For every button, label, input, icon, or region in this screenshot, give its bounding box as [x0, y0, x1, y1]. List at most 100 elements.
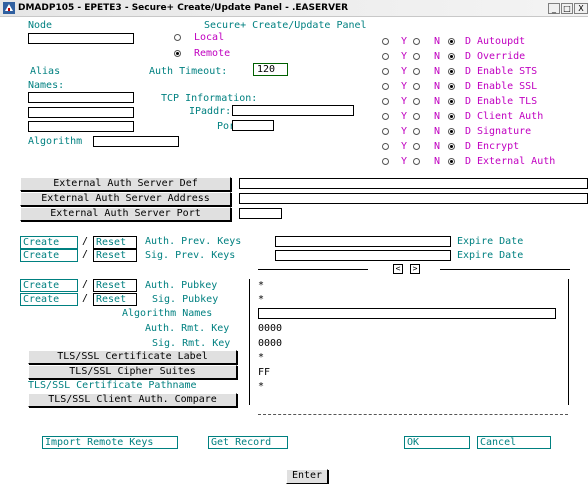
option-radio-d[interactable] — [448, 68, 455, 75]
option-d-label: D — [465, 156, 472, 167]
node-label: Node — [28, 20, 53, 31]
create-auth-prev-keys-button[interactable]: Create — [20, 236, 78, 249]
minimize-button[interactable]: _ — [548, 3, 560, 14]
option-radio-d[interactable] — [448, 158, 455, 165]
option-radio-y[interactable] — [382, 143, 389, 150]
option-radio-n-alt[interactable] — [413, 68, 420, 75]
scroll-left-button[interactable]: < — [393, 264, 403, 274]
scroll-right-button[interactable]: > — [410, 264, 420, 274]
import-remote-keys-button[interactable]: Import Remote Keys — [42, 436, 178, 449]
option-y-label: Y — [401, 51, 408, 62]
option-radio-n-alt[interactable] — [413, 38, 420, 45]
option-y-label: Y — [401, 126, 408, 137]
create-sig-pubkey-button[interactable]: Create — [20, 293, 78, 306]
tls-cipher-suites-button[interactable]: TLS/SSL Cipher Suites — [28, 365, 237, 379]
option-radio-y[interactable] — [382, 98, 389, 105]
auth-expire-date-label: Expire Date — [457, 236, 524, 247]
option-n-label: N — [434, 51, 441, 62]
option-radio-d[interactable] — [448, 113, 455, 120]
option-label: External Auth — [477, 156, 556, 167]
reset-auth-prev-keys-button[interactable]: Reset — [93, 236, 137, 249]
option-radio-n-alt[interactable] — [413, 158, 420, 165]
maximize-button[interactable]: □ — [561, 3, 573, 14]
option-radio-d[interactable] — [448, 98, 455, 105]
algorithm-names-input[interactable] — [258, 308, 556, 319]
option-radio-y[interactable] — [382, 38, 389, 45]
option-y-label: Y — [401, 96, 408, 107]
create-auth-pubkey-button[interactable]: Create — [20, 279, 78, 292]
remote-radio[interactable] — [174, 50, 181, 57]
external-auth-server-address-button[interactable]: External Auth Server Address — [20, 192, 231, 206]
separator-slash: / — [82, 293, 89, 304]
option-radio-y[interactable] — [382, 113, 389, 120]
separator-slash: / — [82, 249, 89, 260]
node-input[interactable] — [28, 33, 134, 44]
app-icon — [3, 2, 15, 14]
external-auth-server-address-input[interactable] — [239, 193, 588, 204]
tls-certificate-label-value: * — [258, 352, 265, 363]
tcp-info-label: TCP Information: — [161, 93, 258, 104]
auth-rmt-key-label: Auth. Rmt. Key — [145, 323, 230, 334]
option-radio-d[interactable] — [448, 38, 455, 45]
separator-slash: / — [82, 236, 89, 247]
option-n-label: N — [434, 111, 441, 122]
option-label: Client Auth — [477, 111, 544, 122]
option-radio-y[interactable] — [382, 158, 389, 165]
auth-pubkey-value: * — [258, 280, 265, 291]
external-auth-server-def-input[interactable] — [239, 178, 588, 189]
option-radio-y[interactable] — [382, 53, 389, 60]
ipaddr-label: IPaddr: — [189, 106, 232, 117]
names-label: Names: — [28, 80, 65, 91]
enter-button[interactable]: Enter — [286, 469, 328, 484]
option-d-label: D — [465, 126, 472, 137]
option-radio-n-alt[interactable] — [413, 83, 420, 90]
scroll-divider-left — [258, 269, 368, 270]
get-record-button[interactable]: Get Record — [208, 436, 288, 449]
ok-button[interactable]: OK — [404, 436, 470, 449]
reset-sig-pubkey-button[interactable]: Reset — [93, 293, 137, 306]
details-frame-bottom — [258, 414, 568, 415]
names-input-1[interactable] — [28, 92, 134, 103]
option-y-label: Y — [401, 156, 408, 167]
tls-certificate-pathname-value: * — [258, 381, 265, 392]
option-radio-n-alt[interactable] — [413, 113, 420, 120]
option-radio-d[interactable] — [448, 143, 455, 150]
names-input-2[interactable] — [28, 107, 134, 118]
external-auth-server-port-button[interactable]: External Auth Server Port — [20, 207, 231, 221]
sig-prev-keys-input[interactable] — [275, 250, 451, 261]
algorithm-input[interactable] — [93, 136, 179, 147]
option-radio-y[interactable] — [382, 128, 389, 135]
option-radio-d[interactable] — [448, 83, 455, 90]
auth-prev-keys-input[interactable] — [275, 236, 451, 247]
external-auth-server-def-button[interactable]: External Auth Server Def — [20, 177, 231, 191]
auth-timeout-input[interactable]: 120 — [253, 63, 288, 76]
sig-pubkey-value: * — [258, 294, 265, 305]
reset-sig-prev-keys-button[interactable]: Reset — [93, 249, 137, 262]
option-radio-d[interactable] — [448, 128, 455, 135]
option-radio-y[interactable] — [382, 83, 389, 90]
option-y-label: Y — [401, 66, 408, 77]
auth-prev-keys-label: Auth. Prev. Keys — [145, 236, 242, 247]
option-label: Override — [477, 51, 526, 62]
option-radio-n-alt[interactable] — [413, 143, 420, 150]
option-radio-n-alt[interactable] — [413, 98, 420, 105]
port-input[interactable] — [232, 120, 274, 131]
auth-rmt-key-value: 0000 — [258, 323, 283, 334]
names-input-3[interactable] — [28, 121, 134, 132]
ipaddr-input[interactable] — [232, 105, 354, 116]
option-radio-n-alt[interactable] — [413, 53, 420, 60]
tls-certificate-label-button[interactable]: TLS/SSL Certificate Label — [28, 350, 237, 364]
option-n-label: N — [434, 81, 441, 92]
auth-pubkey-label: Auth. Pubkey — [145, 280, 218, 291]
cancel-button[interactable]: Cancel — [477, 436, 551, 449]
option-n-label: N — [434, 126, 441, 137]
close-button[interactable]: X — [574, 3, 588, 14]
option-radio-d[interactable] — [448, 53, 455, 60]
create-sig-prev-keys-button[interactable]: Create — [20, 249, 78, 262]
option-radio-y[interactable] — [382, 68, 389, 75]
option-radio-n-alt[interactable] — [413, 128, 420, 135]
tls-client-auth-compare-button[interactable]: TLS/SSL Client Auth. Compare — [28, 393, 237, 407]
external-auth-server-port-input[interactable] — [239, 208, 282, 219]
local-radio[interactable] — [174, 34, 181, 41]
reset-auth-pubkey-button[interactable]: Reset — [93, 279, 137, 292]
